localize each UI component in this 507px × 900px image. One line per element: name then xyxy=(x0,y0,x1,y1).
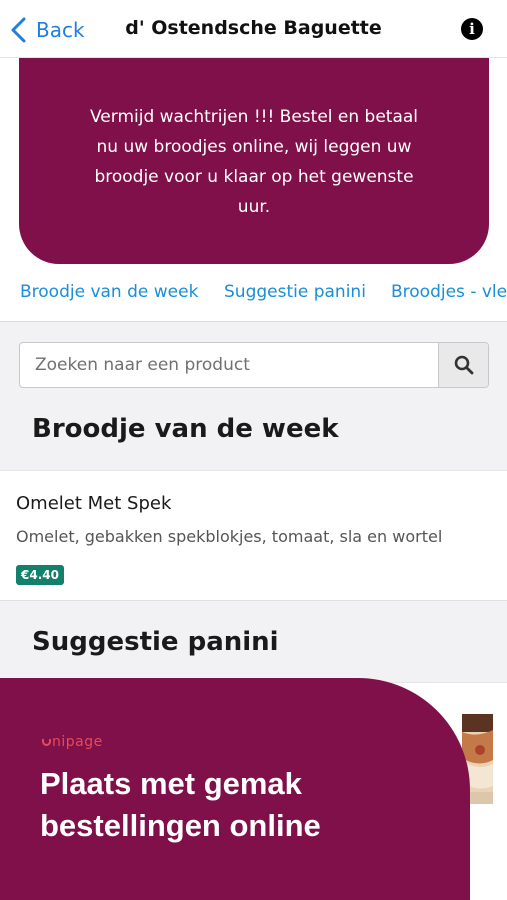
tab-broodje-van-de-week[interactable]: Broodje van de week xyxy=(20,282,198,302)
page-title: d' Ostendsche Baguette xyxy=(125,17,382,39)
tab-broodjes-vlees[interactable]: Broodjes - vle xyxy=(391,282,507,302)
tab-suggestie-panini[interactable]: Suggestie panini xyxy=(224,282,366,302)
price-badge: €4.40 xyxy=(16,565,64,585)
navigation-bar: Back d' Ostendsche Baguette i xyxy=(0,0,507,58)
search-input[interactable] xyxy=(20,343,438,387)
product-description: Omelet, gebakken spekblokjes, tomaat, sl… xyxy=(16,527,443,546)
section-title-suggestie-panini: Suggestie panini xyxy=(32,627,279,657)
search-bar xyxy=(19,342,489,388)
info-banner: Vermijd wachtrijen !!! Bestel en betaal … xyxy=(19,58,489,264)
unipage-logo: nipage xyxy=(42,733,103,751)
logo-mark-icon xyxy=(42,739,51,746)
info-icon[interactable]: i xyxy=(461,18,483,40)
category-tabs[interactable]: Broodje van de week Suggestie panini Bro… xyxy=(0,265,507,322)
product-name: Omelet Met Spek xyxy=(16,493,172,514)
search-button[interactable] xyxy=(438,343,488,387)
section-title-broodje-van-de-week: Broodje van de week xyxy=(32,414,339,444)
banner-area: Vermijd wachtrijen !!! Bestel en betaal … xyxy=(0,58,507,265)
product-item[interactable]: Omelet Met Spek Omelet, gebakken spekblo… xyxy=(0,470,507,601)
logo-text: nipage xyxy=(52,734,103,750)
search-icon xyxy=(454,355,473,375)
promo-heading: Plaats met gemak bestellingen online xyxy=(40,766,321,843)
promo-banner[interactable]: nipage Plaats met gemak bestellingen onl… xyxy=(0,678,470,900)
banner-text: Vermijd wachtrijen !!! Bestel en betaal … xyxy=(89,107,419,217)
